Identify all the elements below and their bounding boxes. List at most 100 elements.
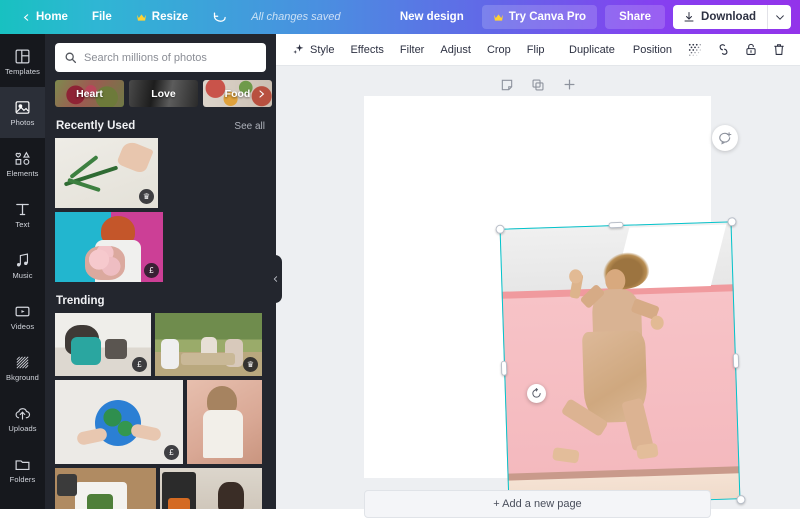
left-icon-rail: Templates Photos Elements Text Music Vid… (0, 34, 45, 509)
sidebar-label-folders: Folders (9, 474, 36, 484)
badge-paid: £ (164, 445, 179, 460)
crop-button[interactable]: Crop (479, 39, 519, 61)
photo-detail (57, 474, 77, 496)
add-page-button[interactable] (559, 74, 580, 95)
delete-button[interactable] (766, 38, 792, 62)
photo-detail (87, 494, 113, 509)
file-menu-button[interactable]: File (80, 6, 124, 28)
try-pro-label: Try Canva Pro (508, 11, 587, 23)
sidebar-item-more[interactable]: More (0, 495, 45, 509)
collapse-panel-button[interactable] (268, 255, 282, 303)
chevron-left-icon (273, 276, 277, 282)
rotate-handle[interactable] (527, 384, 546, 403)
undo-button[interactable] (200, 6, 239, 29)
sidebar-item-text[interactable]: Text (0, 189, 45, 240)
style-button[interactable]: Style (284, 38, 342, 61)
music-icon (16, 253, 29, 267)
recently-used-see-all[interactable]: See all (234, 121, 265, 132)
chip-love-label: Love (151, 87, 176, 100)
image-toolbar: Style Effects Filter Adjust Crop Flip Du… (276, 34, 800, 66)
add-comment-button[interactable] (712, 125, 738, 151)
link-button[interactable] (710, 38, 736, 62)
image-content (499, 221, 741, 507)
file-label: File (91, 11, 112, 23)
search-box[interactable] (55, 43, 266, 72)
photo-detail (181, 353, 235, 365)
list-item[interactable]: £ (160, 468, 262, 509)
chip-heart-label: Heart (76, 87, 103, 100)
plus-icon (564, 79, 574, 90)
list-item[interactable]: ♛ (155, 313, 262, 376)
list-item[interactable]: ♛ (55, 138, 158, 208)
trending-header: Trending (45, 282, 276, 313)
add-comment-icon (719, 132, 732, 145)
new-design-button[interactable]: New design (390, 5, 474, 29)
chip-food-label: Food (224, 87, 251, 100)
search-area (45, 34, 276, 72)
effects-label: Effects (350, 43, 384, 56)
elements-icon (15, 151, 30, 165)
position-button[interactable]: Position (625, 39, 680, 61)
recently-used-header: Recently Used See all (45, 107, 276, 138)
sidebar-item-templates[interactable]: Templates (0, 36, 45, 87)
trash-icon (774, 44, 784, 55)
recently-used-grid: ♛ £ (45, 138, 276, 282)
top-bar: Home File Resize All changes saved New d… (0, 0, 800, 34)
sidebar-item-background[interactable]: Bkground (0, 342, 45, 393)
list-item[interactable]: £ (55, 468, 156, 509)
sidebar-label-background: Bkground (6, 372, 39, 382)
flip-button[interactable]: Flip (519, 39, 553, 61)
duplicate-page-button[interactable] (528, 74, 549, 95)
chip-love[interactable]: Love (129, 80, 198, 107)
copy-page-icon (532, 78, 544, 91)
home-button[interactable]: Home (10, 6, 80, 28)
effects-button[interactable]: Effects (342, 39, 391, 61)
top-bar-left-group: Home File Resize All changes saved (0, 6, 340, 29)
adjust-button[interactable]: Adjust (432, 39, 479, 61)
figure-foot-right (635, 442, 659, 460)
videos-icon (15, 306, 30, 317)
download-button[interactable]: Download (673, 5, 767, 29)
figure-hand-right (650, 315, 665, 330)
duplicate-button[interactable]: Duplicate (561, 39, 623, 61)
sidebar-label-music: Music (12, 270, 33, 280)
badge-paid: £ (132, 357, 147, 372)
canvas-page[interactable] (364, 96, 746, 512)
search-input[interactable] (84, 51, 257, 64)
sidebar-label-templates: Templates (4, 66, 41, 76)
crop-label: Crop (486, 43, 511, 56)
page-tools (276, 74, 800, 95)
photo-detail (168, 498, 190, 509)
download-options-button[interactable] (767, 5, 791, 29)
crown-icon (136, 13, 146, 21)
sidebar-item-folders[interactable]: Folders (0, 444, 45, 495)
list-item[interactable]: £ (55, 212, 163, 282)
sidebar-item-elements[interactable]: Elements (0, 138, 45, 189)
download-button-group: Download (673, 5, 791, 29)
chips-next-arrow[interactable] (254, 80, 268, 107)
lock-button[interactable] (738, 38, 764, 62)
share-button[interactable]: Share (605, 5, 666, 29)
photos-panel: Heart Love Food Recently Used See all ♛ (45, 34, 276, 509)
sidebar-label-elements: Elements (6, 168, 39, 178)
background-icon (16, 356, 29, 369)
trending-grid: £ ♛ £ £ (45, 313, 276, 509)
selected-image-object[interactable] (494, 216, 746, 512)
sidebar-item-music[interactable]: Music (0, 240, 45, 291)
notes-icon (501, 79, 513, 90)
add-new-page-button[interactable]: + Add a new page (364, 490, 711, 518)
list-item[interactable] (187, 380, 262, 464)
position-label: Position (632, 43, 672, 56)
sidebar-item-videos[interactable]: Videos (0, 291, 45, 342)
filter-button[interactable]: Filter (392, 39, 432, 61)
list-item[interactable]: £ (55, 313, 151, 376)
list-item[interactable]: £ (55, 380, 183, 464)
sidebar-item-photos[interactable]: Photos (0, 87, 45, 138)
try-canva-pro-button[interactable]: Try Canva Pro (481, 5, 598, 29)
chip-heart[interactable]: Heart (55, 80, 124, 107)
notes-button[interactable] (497, 74, 518, 95)
home-label: Home (36, 11, 68, 23)
transparency-button[interactable] (682, 38, 708, 62)
sidebar-item-uploads[interactable]: Uploads (0, 393, 45, 444)
resize-button[interactable]: Resize (124, 6, 200, 28)
